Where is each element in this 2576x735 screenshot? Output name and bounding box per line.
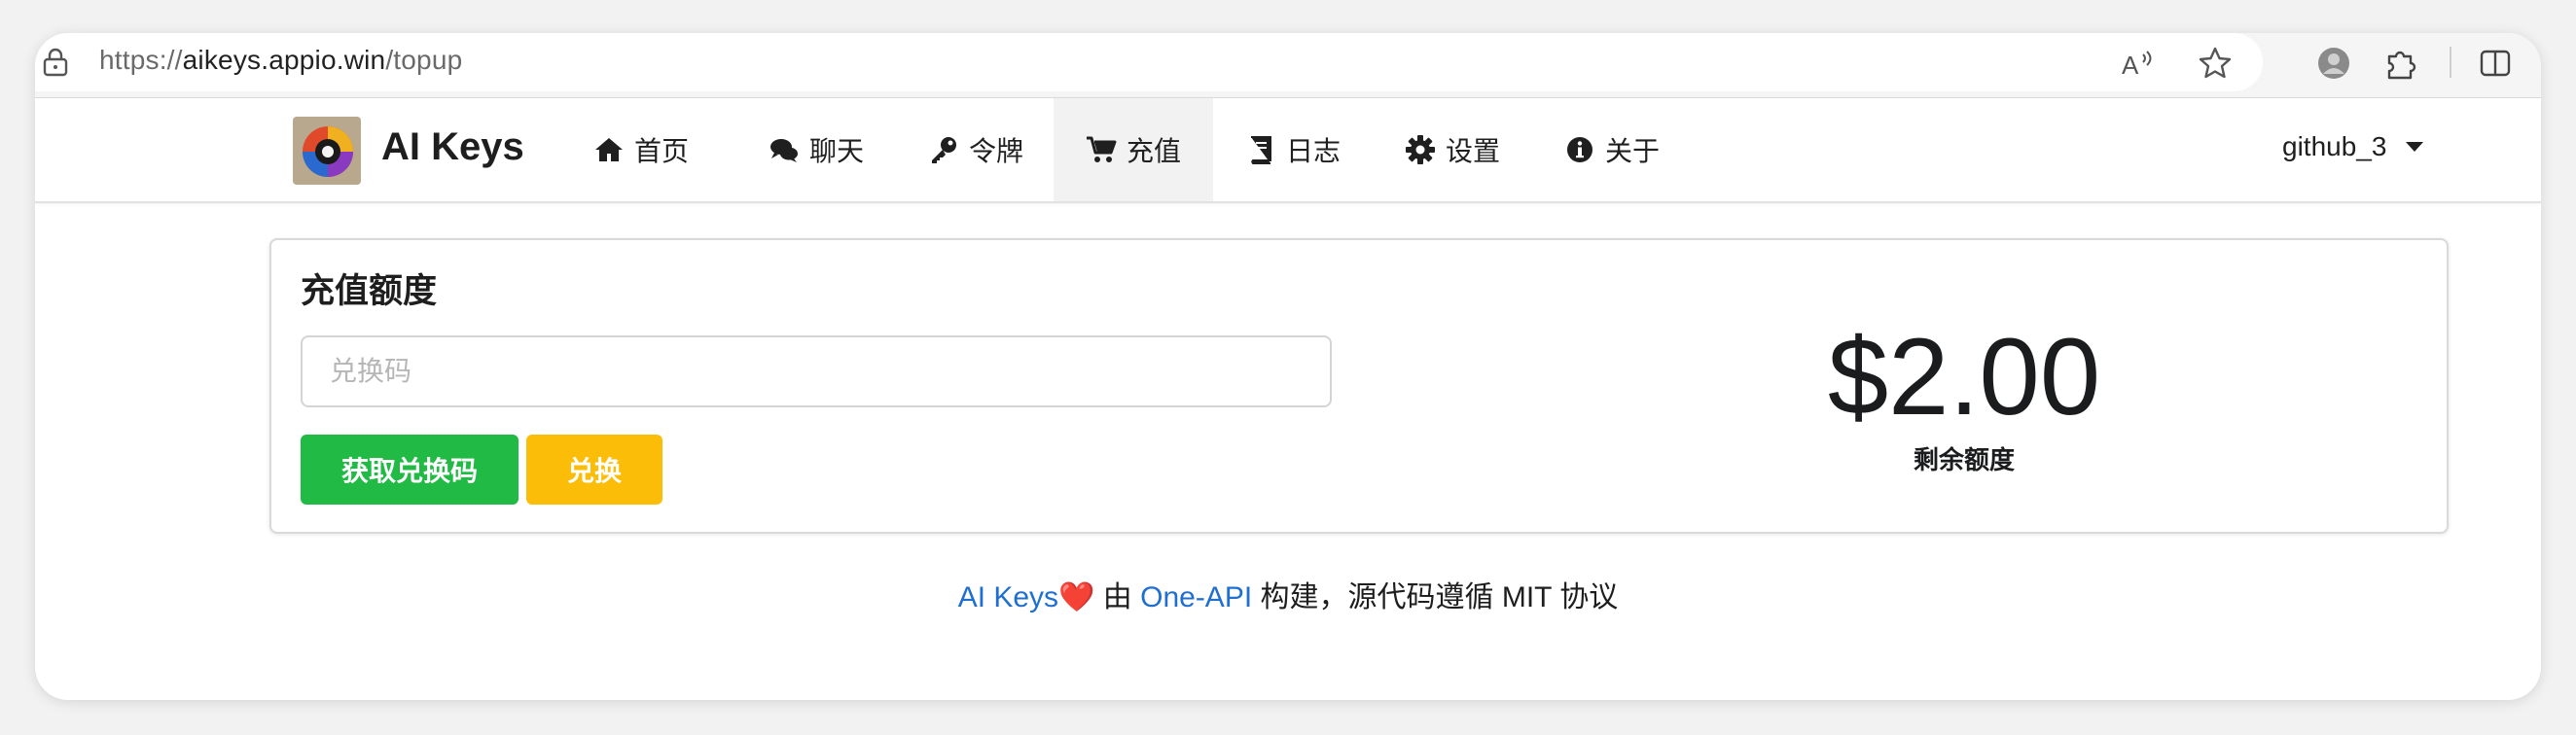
footer-text: 构建，源代码遵循 MIT 协议: [1260, 581, 1619, 613]
chevron-down-icon: [2406, 142, 2424, 152]
book-icon: [1251, 136, 1271, 164]
user-menu[interactable]: github_3: [2282, 131, 2424, 162]
home-icon: [595, 138, 623, 161]
gear-icon: [1406, 135, 1435, 164]
url-text[interactable]: https://aikeys.appio.win/topup: [99, 45, 462, 76]
card-title: 充值额度: [301, 272, 438, 310]
nav-item-home[interactable]: 首页: [578, 98, 704, 201]
balance-label: 剩余额度: [1913, 445, 2015, 474]
nav-item-label: 令牌: [969, 136, 1024, 166]
nav-item-label: 充值: [1126, 136, 1181, 166]
toolbar-divider: [2450, 47, 2451, 78]
nav-item-label: 关于: [1605, 136, 1661, 166]
footer: AI Keys❤️ 由 One-API 构建，源代码遵循 MIT 协议: [35, 573, 2541, 615]
brand-logo[interactable]: [293, 117, 361, 185]
nav-item-tokens[interactable]: 令牌: [912, 98, 1039, 201]
footer-project-link[interactable]: One-API: [1140, 581, 1252, 613]
read-aloud-icon[interactable]: A: [2119, 45, 2156, 82]
footer-text-by: 由: [1102, 581, 1132, 613]
lock-icon[interactable]: [41, 47, 70, 78]
key-icon: [932, 137, 956, 163]
heart-icon: ❤️: [1058, 581, 1095, 613]
favorite-star-icon[interactable]: [2197, 45, 2234, 82]
nav-item-label: 设置: [1446, 136, 1501, 166]
cart-icon: [1086, 136, 1117, 162]
redeem-button[interactable]: 兑换: [526, 435, 662, 505]
get-code-button[interactable]: 获取兑换码: [301, 435, 519, 505]
site-navbar: AI Keys 首页 聊天 令牌 充值 日志 设置 关于 github_3: [35, 98, 2541, 203]
nav-item-about[interactable]: 关于: [1549, 98, 1675, 201]
redeem-code-input[interactable]: [301, 335, 1332, 407]
nav-item-label: 首页: [634, 136, 690, 166]
nav-item-label: 聊天: [809, 136, 865, 166]
address-bar[interactable]: https://aikeys.appio.win/topup: [35, 33, 2263, 91]
browser-toolbar: https://aikeys.appio.win/topup A: [35, 33, 2541, 98]
chat-icon: [770, 139, 798, 162]
nav-item-logs[interactable]: 日志: [1230, 98, 1356, 201]
brand-name[interactable]: AI Keys: [381, 125, 524, 169]
balance-value: $2.00: [1827, 316, 2101, 438]
username: github_3: [2282, 131, 2387, 161]
nav-item-label: 日志: [1286, 136, 1342, 166]
svg-text:A: A: [2122, 51, 2139, 80]
extensions-icon[interactable]: [2381, 45, 2418, 82]
footer-brand-link[interactable]: AI Keys: [958, 581, 1058, 613]
topup-card: 充值额度 获取兑换码 兑换 $2.00 剩余额度: [269, 238, 2449, 534]
browser-window: https://aikeys.appio.win/topup A AI Keys…: [35, 33, 2541, 700]
info-icon: [1567, 137, 1592, 162]
profile-avatar-icon[interactable]: [2315, 45, 2352, 82]
nav-item-settings[interactable]: 设置: [1389, 98, 1516, 201]
nav-item-chat[interactable]: 聊天: [753, 98, 879, 201]
nav-item-topup[interactable]: 充值: [1054, 98, 1213, 201]
split-view-icon[interactable]: [2477, 45, 2514, 82]
